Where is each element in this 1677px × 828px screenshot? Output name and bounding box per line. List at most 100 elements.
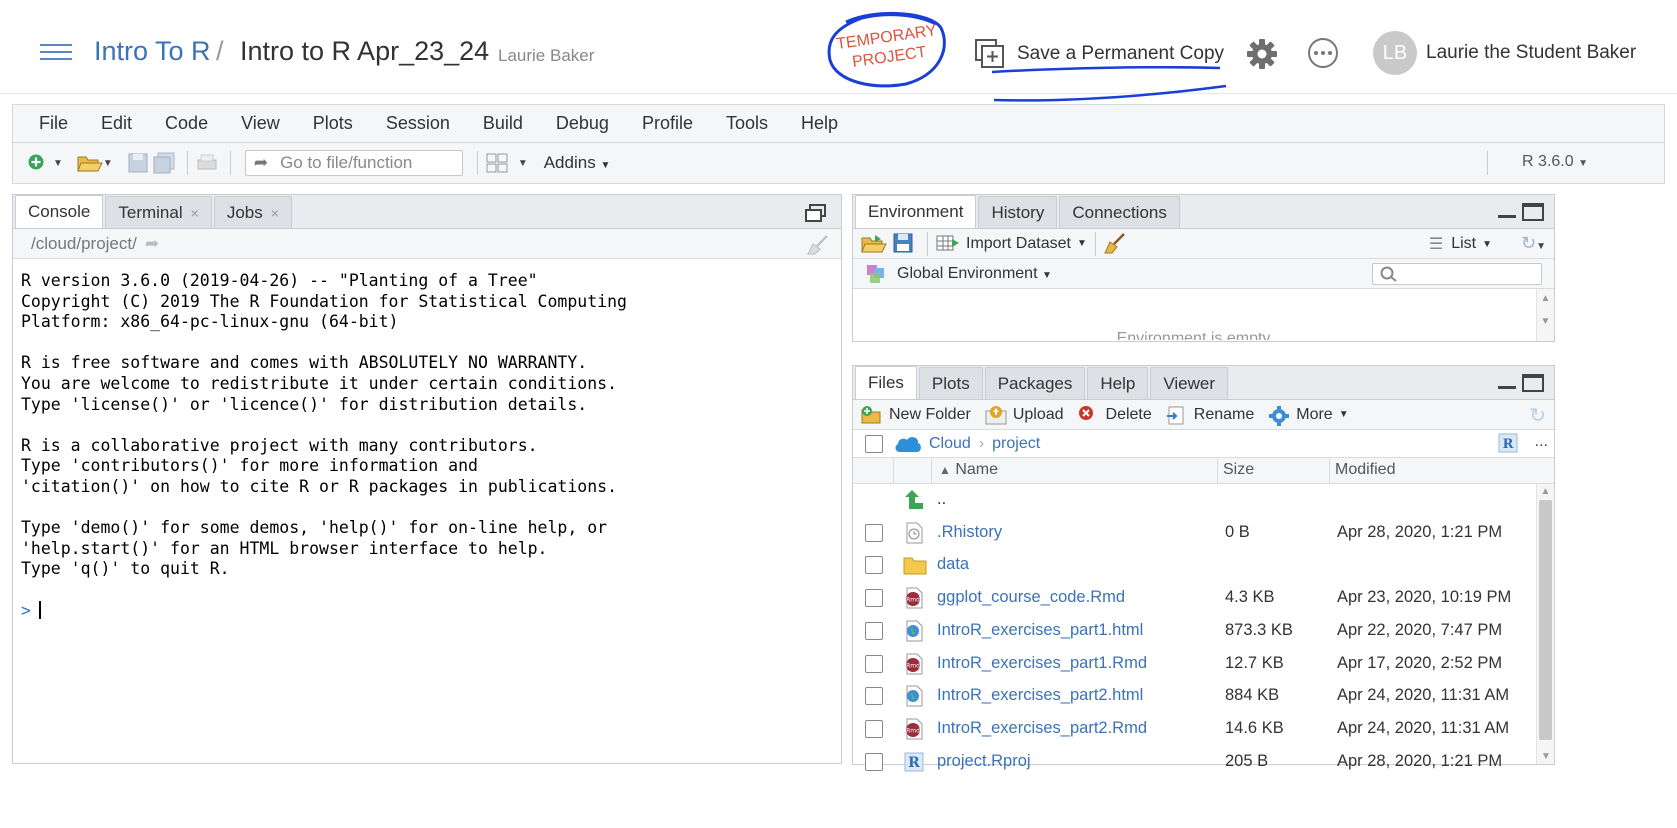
- import-dataset-icon[interactable]: [936, 233, 959, 255]
- grid-layout-icon[interactable]: [486, 152, 508, 174]
- tab-plots[interactable]: Plots: [918, 367, 983, 399]
- file-row[interactable]: data: [853, 549, 1536, 582]
- file-checkbox[interactable]: [865, 589, 883, 608]
- menu-help[interactable]: Help: [801, 113, 838, 134]
- tab-console[interactable]: Console: [15, 195, 104, 228]
- tab-connections[interactable]: Connections: [1059, 196, 1180, 228]
- rename-button[interactable]: Rename: [1166, 405, 1254, 425]
- console-output[interactable]: R version 3.6.0 (2019-04-26) -- "Plantin…: [21, 271, 837, 621]
- menu-edit[interactable]: Edit: [101, 113, 132, 134]
- tab-files[interactable]: Files: [855, 366, 917, 399]
- menu-tools[interactable]: Tools: [726, 113, 768, 134]
- tab-history[interactable]: History: [978, 196, 1058, 228]
- file-row[interactable]: Rmd ggplot_course_code.Rmd 4.3 KB Apr 23, 2…: [853, 582, 1536, 615]
- close-jobs-icon[interactable]: ×: [271, 205, 279, 221]
- tab-viewer[interactable]: Viewer: [1150, 367, 1228, 399]
- menu-debug[interactable]: Debug: [556, 113, 609, 134]
- menu-file[interactable]: File: [39, 113, 68, 134]
- menu-profile[interactable]: Profile: [642, 113, 693, 134]
- new-folder-button[interactable]: New Folder: [861, 405, 971, 425]
- file-checkbox[interactable]: [865, 654, 883, 673]
- addins-menu[interactable]: Addins ▼: [544, 153, 611, 173]
- file-checkbox[interactable]: [865, 687, 883, 706]
- breadcrumb-project[interactable]: project: [992, 435, 1040, 453]
- save-workspace-icon[interactable]: [893, 233, 915, 255]
- menu-code[interactable]: Code: [165, 113, 208, 134]
- hamburger-menu-icon[interactable]: [40, 44, 72, 60]
- column-name[interactable]: ▲ Name: [939, 461, 998, 479]
- console-prompt-line[interactable]: >: [21, 600, 837, 622]
- file-checkbox[interactable]: [865, 523, 883, 542]
- import-dataset-button[interactable]: Import Dataset: [966, 235, 1071, 253]
- save-icon[interactable]: [127, 152, 149, 174]
- minimize-pane-icon[interactable]: [1498, 215, 1516, 219]
- environment-scrollbar[interactable]: ▲ ▼: [1536, 289, 1554, 341]
- file-name-link[interactable]: IntroR_exercises_part1.html: [937, 621, 1143, 640]
- parent-directory-row[interactable]: ..: [853, 484, 1536, 517]
- goto-file-input[interactable]: ➦ Go to file/function: [244, 150, 463, 176]
- column-size[interactable]: Size: [1223, 461, 1254, 479]
- minimize-pane-icon[interactable]: [1498, 386, 1516, 390]
- clear-console-broom-icon[interactable]: [807, 235, 829, 255]
- file-row[interactable]: Rproject.Rproj 205 B Apr 28, 2020, 1:21 PM: [853, 746, 1536, 779]
- tab-environment[interactable]: Environment: [855, 195, 977, 228]
- tab-packages[interactable]: Packages: [984, 367, 1086, 399]
- environment-scope-selector[interactable]: Global Environment ▼: [897, 265, 1052, 283]
- file-name-link[interactable]: ggplot_course_code.Rmd: [937, 588, 1125, 607]
- column-modified[interactable]: Modified: [1335, 461, 1395, 479]
- more-button[interactable]: More ▼: [1268, 405, 1349, 426]
- load-workspace-icon[interactable]: [861, 233, 887, 255]
- file-checkbox[interactable]: [865, 556, 883, 575]
- breadcrumb-cloud[interactable]: Cloud: [929, 435, 971, 453]
- list-view-menu[interactable]: ☰ List ▼: [1429, 234, 1492, 254]
- save-all-icon[interactable]: [153, 152, 175, 174]
- files-scrollbar[interactable]: ▲ ▼: [1536, 484, 1554, 764]
- file-row[interactable]: Rmd IntroR_exercises_part2.Rmd 14.6 KB Apr …: [853, 713, 1536, 746]
- environment-search-input[interactable]: [1372, 263, 1542, 285]
- menu-build[interactable]: Build: [483, 113, 523, 134]
- refresh-files-icon[interactable]: ↻: [1529, 403, 1546, 428]
- tab-jobs[interactable]: Jobs ×: [213, 196, 292, 228]
- grid-layout-caret-icon[interactable]: ▼: [518, 158, 528, 169]
- menu-view[interactable]: View: [241, 113, 280, 134]
- settings-gear-icon[interactable]: [1246, 38, 1278, 70]
- menu-plots[interactable]: Plots: [313, 113, 353, 134]
- file-checkbox[interactable]: [865, 719, 883, 738]
- file-name-link[interactable]: IntroR_exercises_part1.Rmd: [937, 654, 1147, 673]
- avatar[interactable]: LB: [1373, 31, 1417, 75]
- file-name-link[interactable]: IntroR_exercises_part2.html: [937, 686, 1143, 705]
- new-file-icon[interactable]: [27, 152, 49, 174]
- file-row[interactable]: IntroR_exercises_part2.html 884 KB Apr 24,…: [853, 680, 1536, 713]
- more-options-icon[interactable]: [1308, 38, 1338, 68]
- file-name-link[interactable]: data: [937, 555, 969, 574]
- user-name[interactable]: Laurie the Student Baker: [1426, 42, 1636, 64]
- file-row[interactable]: .Rhistory 0 B Apr 28, 2020, 1:21 PM: [853, 517, 1536, 550]
- print-icon[interactable]: [196, 152, 218, 174]
- go-to-dir-arrow-icon[interactable]: ➦: [145, 234, 159, 253]
- upload-button[interactable]: Upload: [985, 405, 1064, 425]
- file-checkbox[interactable]: [865, 752, 883, 771]
- files-more-icon[interactable]: ...: [1535, 433, 1548, 451]
- files-scroll-thumb[interactable]: [1539, 500, 1552, 740]
- project-r-icon[interactable]: R: [1498, 433, 1518, 458]
- delete-button[interactable]: Delete: [1078, 405, 1152, 425]
- file-name-link[interactable]: project.Rproj: [937, 752, 1031, 771]
- clear-workspace-broom-icon[interactable]: [1104, 232, 1126, 255]
- file-name-link[interactable]: .Rhistory: [937, 523, 1002, 542]
- import-dataset-caret-icon[interactable]: ▼: [1077, 238, 1087, 249]
- close-terminal-icon[interactable]: ×: [191, 205, 199, 221]
- breadcrumb-space[interactable]: Intro To R: [94, 36, 211, 67]
- select-all-checkbox[interactable]: [865, 434, 883, 453]
- menu-session[interactable]: Session: [386, 113, 450, 134]
- file-row[interactable]: IntroR_exercises_part1.html 873.3 KB Apr 2…: [853, 615, 1536, 648]
- tab-terminal[interactable]: Terminal ×: [105, 196, 212, 228]
- open-folder-icon[interactable]: [77, 152, 103, 174]
- tab-help[interactable]: Help: [1087, 367, 1149, 399]
- maximize-pane-icon[interactable]: [1522, 203, 1544, 221]
- open-folder-caret-icon[interactable]: ▼: [103, 158, 113, 169]
- refresh-environment-icon[interactable]: ↻▼: [1521, 233, 1546, 254]
- maximize-pane-icon[interactable]: [1522, 374, 1544, 392]
- new-file-caret-icon[interactable]: ▼: [53, 158, 63, 169]
- file-row[interactable]: Rmd IntroR_exercises_part1.Rmd 12.7 KB Apr …: [853, 648, 1536, 681]
- restore-pane-icon[interactable]: [805, 204, 827, 227]
